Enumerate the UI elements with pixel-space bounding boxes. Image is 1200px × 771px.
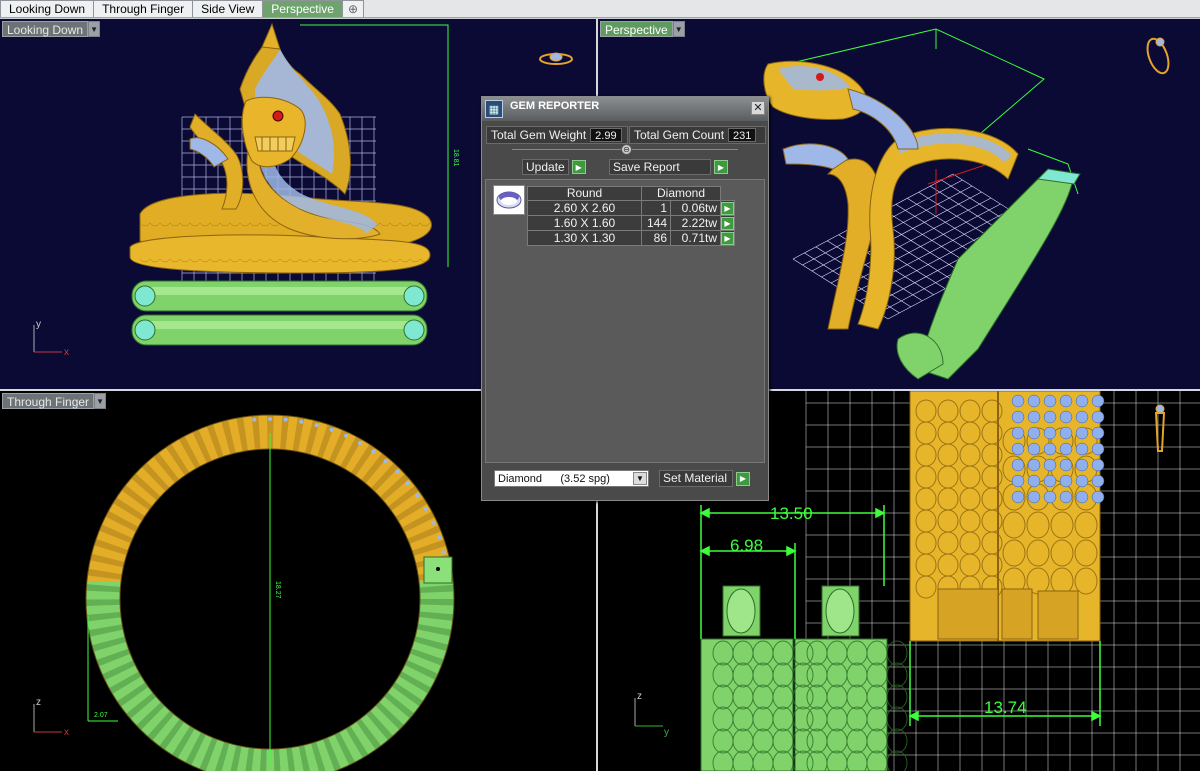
green-band-bottom — [131, 314, 428, 346]
green-band-top — [131, 280, 428, 312]
collapse-toggle-icon[interactable]: ⊖ — [621, 144, 632, 155]
save-report-button-label: Save Report — [609, 159, 711, 175]
tab-side-view[interactable]: Side View — [192, 0, 264, 17]
viewport-label-text: Looking Down — [2, 21, 89, 37]
gem-size: 1.30 X 1.30 — [527, 230, 642, 246]
svg-text:18.81: 18.81 — [452, 149, 459, 167]
chevron-down-icon[interactable]: ▼ — [633, 472, 647, 485]
plus-icon[interactable]: ⊕ — [341, 0, 364, 17]
play-arrow-icon[interactable]: ▶ — [571, 160, 586, 174]
gem-weight: 0.06tw — [670, 200, 721, 216]
gem-count: 1 — [641, 200, 671, 216]
play-arrow-icon[interactable]: ▶ — [721, 216, 734, 230]
svg-text:y: y — [664, 727, 669, 738]
play-arrow-icon[interactable]: ▶ — [721, 231, 734, 245]
table-row[interactable]: 2.60 X 2.60 1 0.06tw ▶ — [527, 200, 735, 216]
axis-indicator: y x — [33, 319, 69, 358]
ring-preview-icon — [1146, 37, 1170, 75]
chevron-down-icon[interactable]: ▼ — [94, 393, 107, 409]
viewport-label-looking-down[interactable]: Looking Down ▼ — [2, 21, 101, 37]
gem-count: 144 — [641, 215, 671, 231]
viewport-label-text: Through Finger — [2, 393, 95, 409]
ring-preview-icon — [539, 52, 573, 65]
gem-reporter-titlebar[interactable]: ▦ GEM REPORTER ✕ — [482, 97, 768, 121]
gem-table: Round Diamond 2.60 X 2.60 1 0.06tw ▶ 1.6… — [527, 186, 735, 246]
tab-looking-down[interactable]: Looking Down — [0, 0, 95, 17]
gem-size: 2.60 X 2.60 — [527, 200, 642, 216]
viewport-label-perspective[interactable]: Perspective ▼ — [600, 21, 685, 37]
svg-text:x: x — [64, 347, 69, 358]
svg-text:18.27: 18.27 — [274, 581, 281, 599]
axis-indicator: z x — [33, 697, 69, 738]
total-gem-count-value: 231 — [728, 128, 757, 142]
gem-size: 1.60 X 1.60 — [527, 215, 642, 231]
material-select[interactable]: Diamond (3.52 spg) ▼ — [494, 470, 649, 487]
viewport-tab-bar: Looking Down Through Finger Side View Pe… — [0, 0, 1200, 18]
dimension-band-width: 6.98 — [730, 536, 763, 555]
close-icon[interactable]: ✕ — [751, 101, 765, 115]
material-select-value: Diamond (3.52 spg) — [498, 472, 610, 485]
gem-reporter-title: GEM REPORTER — [510, 100, 600, 112]
save-report-button[interactable]: Save Report ▶ — [609, 159, 728, 175]
gem-list-panel: Round Diamond 2.60 X 2.60 1 0.06tw ▶ 1.6… — [485, 179, 765, 463]
total-gem-weight-label: Total Gem Weight — [491, 128, 587, 142]
play-arrow-icon[interactable]: ▶ — [714, 160, 728, 174]
round-gem-icon[interactable] — [493, 185, 525, 215]
table-row[interactable]: 1.60 X 1.60 144 2.22tw ▶ — [527, 215, 735, 231]
gem-reporter-app-icon: ▦ — [485, 100, 503, 118]
ring-preview-icon — [1154, 404, 1166, 452]
gem-count: 86 — [641, 230, 671, 246]
total-gem-weight-field: Total Gem Weight 2.99 — [486, 126, 628, 144]
total-gem-count-field: Total Gem Count 231 — [629, 126, 766, 144]
viewport-label-through-finger[interactable]: Through Finger ▼ — [2, 393, 107, 409]
total-gem-weight-value: 2.99 — [590, 128, 622, 142]
dimension-width-overall: 13.50 — [770, 504, 813, 523]
total-gem-count-label: Total Gem Count — [634, 128, 725, 142]
gem-weight: 0.71tw — [670, 230, 721, 246]
set-material-button-label: Set Material — [659, 470, 733, 487]
svg-text:2.07: 2.07 — [94, 712, 108, 719]
chevron-down-icon[interactable]: ▼ — [672, 21, 685, 37]
svg-text:z: z — [36, 697, 41, 708]
play-arrow-icon[interactable]: ▶ — [721, 201, 734, 215]
play-arrow-icon[interactable]: ▶ — [736, 471, 750, 486]
column-header-material: Diamond — [641, 186, 721, 201]
tab-through-finger[interactable]: Through Finger — [93, 0, 194, 17]
set-material-button[interactable]: Set Material ▶ — [659, 470, 750, 487]
viewport-label-text: Perspective — [600, 21, 673, 37]
gem-weight: 2.22tw — [670, 215, 721, 231]
app-window: Looking Down Through Finger Side View Pe… — [0, 0, 1200, 771]
table-row[interactable]: 1.30 X 1.30 86 0.71tw ▶ — [527, 230, 735, 246]
gem-reporter-dialog: ▦ GEM REPORTER ✕ Total Gem Weight 2.99 T… — [481, 96, 769, 501]
axis-indicator: z y — [634, 691, 669, 738]
tab-perspective[interactable]: Perspective — [262, 0, 343, 17]
chevron-down-icon[interactable]: ▼ — [88, 21, 101, 37]
svg-text:x: x — [64, 727, 69, 738]
column-header-shape: Round — [527, 186, 642, 201]
svg-text:z: z — [637, 691, 642, 702]
update-button[interactable]: Update ▶ — [522, 159, 586, 175]
update-button-label: Update — [522, 159, 569, 175]
svg-text:y: y — [36, 319, 41, 330]
dimension-head-width: 13.74 — [984, 698, 1027, 717]
